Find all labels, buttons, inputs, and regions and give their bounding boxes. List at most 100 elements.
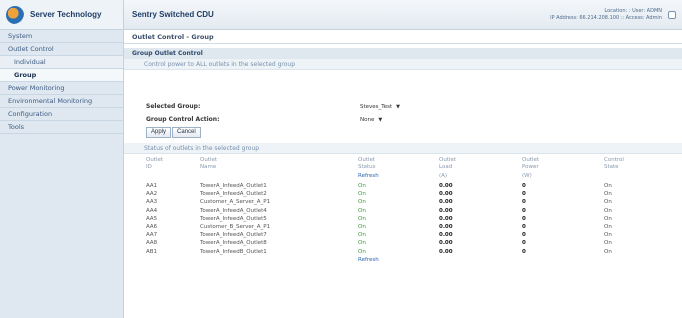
outlet-load: 0.00	[439, 232, 453, 239]
outlet-name: Customer_A_Server_A_P1	[200, 199, 271, 206]
section-title: Group Outlet Control	[124, 48, 682, 59]
outlet-name: TowerA_InfeedB_Outlet1	[200, 248, 267, 255]
outlet-name: TowerA_InfeedA_Outlet4	[200, 207, 267, 214]
control-state: On	[604, 248, 612, 255]
page-title: Outlet Control - Group	[124, 30, 682, 44]
outlet-status: On	[358, 199, 366, 206]
control-state: On	[604, 224, 612, 230]
sidebar-item-individual[interactable]: Individual	[0, 56, 123, 69]
load-unit-label: (A)	[439, 173, 448, 179]
cancel-button[interactable]: Cancel	[172, 127, 201, 138]
control-state: On	[604, 183, 612, 189]
outlet-id: AA6	[146, 224, 158, 230]
table-row: AA1 TowerA_InfeedA_Outlet1 On 0.00 0 On	[124, 182, 682, 190]
outlet-power: 0	[522, 224, 526, 230]
column-header-outlet-status: Outlet Status	[358, 157, 376, 170]
control-state: On	[604, 199, 612, 206]
sidebar-item-tools[interactable]: Tools	[0, 121, 123, 134]
outlet-power: 0	[522, 191, 526, 198]
outlet-power: 0	[522, 207, 526, 214]
outlet-load: 0.00	[439, 191, 453, 198]
outlet-status: On	[358, 191, 366, 198]
outlet-id: AA1	[146, 183, 158, 189]
ip-access-text: IP Address: 66.214.208.100 :: Access: Ad…	[550, 15, 662, 21]
group-action-label: Group Control Action:	[146, 116, 220, 123]
refresh-link-top[interactable]: Refresh	[358, 173, 379, 179]
table-row: AA5 TowerA_InfeedA_Outlet5 On 0.00 0 On	[124, 215, 682, 223]
outlet-status: On	[358, 215, 366, 222]
control-state: On	[604, 232, 612, 239]
outlet-load: 0.00	[439, 207, 453, 214]
outlet-name: Customer_B_Server_A_P1	[200, 224, 271, 230]
table-row: AA2 TowerA_InfeedA_Outlet2 On 0.00 0 On	[124, 190, 682, 198]
refresh-link-bottom[interactable]: Refresh	[358, 257, 379, 263]
outlet-id: AA8	[146, 240, 158, 247]
outlet-power: 0	[522, 215, 526, 222]
outlet-load: 0.00	[439, 248, 453, 255]
globe-logo-icon	[6, 5, 24, 24]
header-bar: Sentry Switched CDU Location: : User: AD…	[124, 0, 682, 30]
main-content: Outlet Control - Group Group Outlet Cont…	[124, 30, 682, 318]
outlet-name: TowerA_InfeedA_Outlet7	[200, 232, 267, 239]
control-state: On	[604, 191, 612, 198]
dropdown-caret-icon: ▼	[396, 103, 400, 110]
outlet-load: 0.00	[439, 224, 453, 230]
outlet-id: AA4	[146, 207, 158, 214]
outlet-id: AB1	[146, 248, 158, 255]
session-info: Location: : User: ADMN IP Address: 66.21…	[550, 8, 662, 22]
outlet-status: On	[358, 183, 366, 189]
sidebar-item-outlet-control[interactable]: Outlet Control	[0, 43, 123, 56]
outlet-name: TowerA_InfeedA_Outlet5	[200, 215, 267, 222]
outlet-name: TowerA_InfeedA_Outlet1	[200, 183, 267, 189]
outlet-power: 0	[522, 183, 526, 189]
outlet-power: 0	[522, 232, 526, 239]
outlet-status: On	[358, 232, 366, 239]
app-title: Sentry Switched CDU	[132, 10, 214, 19]
column-header-outlet-id: Outlet ID	[146, 157, 164, 170]
group-action-select[interactable]: None ▼	[360, 115, 383, 124]
control-state: On	[604, 240, 612, 247]
control-state: On	[604, 207, 612, 214]
logout-icon[interactable]	[668, 11, 676, 19]
column-header-outlet-load: Outlet Load	[439, 157, 457, 170]
sidebar: Server Technology System Outlet Control …	[0, 0, 124, 318]
column-header-outlet-name: Outlet Name	[200, 157, 218, 170]
sidebar-item-group[interactable]: Group	[0, 69, 123, 82]
outlet-status: On	[358, 240, 366, 247]
outlet-name: TowerA_InfeedA_Outlet8	[200, 240, 267, 247]
table-row: AA4 TowerA_InfeedA_Outlet4 On 0.00 0 On	[124, 207, 682, 215]
brand-name: Server Technology	[30, 10, 102, 19]
column-header-control-state: Control State	[604, 157, 624, 170]
outlet-power: 0	[522, 199, 526, 206]
section-subtitle: Control power to ALL outlets in the sele…	[124, 59, 682, 70]
dropdown-caret-icon: ▼	[378, 116, 383, 123]
outlet-id: AA5	[146, 215, 158, 222]
control-state: On	[604, 215, 612, 222]
outlet-id: AA2	[146, 191, 158, 198]
outlet-load: 0.00	[439, 199, 453, 206]
outlet-status: On	[358, 248, 366, 255]
brand-logo[interactable]: Server Technology	[0, 0, 123, 30]
location-user-text: Location: : User: ADMN	[604, 8, 662, 14]
selected-group-label: Selected Group:	[146, 103, 201, 110]
column-header-outlet-power: Outlet Power	[522, 157, 540, 170]
outlet-id: AA3	[146, 199, 158, 206]
status-section-title: Status of outlets in the selected group	[124, 143, 682, 154]
sidebar-item-power-monitoring[interactable]: Power Monitoring	[0, 82, 123, 95]
table-row: AB1 TowerA_InfeedB_Outlet1 On 0.00 0 On	[124, 248, 682, 256]
table-row: AA6 Customer_B_Server_A_P1 On 0.00 0 On	[124, 223, 682, 231]
outlet-status: On	[358, 224, 366, 230]
outlet-power: 0	[522, 248, 526, 255]
table-row: AA8 TowerA_InfeedA_Outlet8 On 0.00 0 On	[124, 239, 682, 247]
table-row: AA3 Customer_A_Server_A_P1 On 0.00 0 On	[124, 198, 682, 206]
group-action-value: None	[360, 116, 375, 123]
outlet-power: 0	[522, 240, 526, 247]
sidebar-item-configuration[interactable]: Configuration	[0, 108, 123, 121]
sidebar-item-system[interactable]: System	[0, 30, 123, 43]
selected-group-select[interactable]: Steves_Test ▼	[360, 102, 400, 111]
apply-button[interactable]: Apply	[146, 127, 172, 138]
outlet-load: 0.00	[439, 183, 453, 189]
outlet-load: 0.00	[439, 215, 453, 222]
sidebar-item-environmental-monitoring[interactable]: Environmental Monitoring	[0, 95, 123, 108]
table-row: AA7 TowerA_InfeedA_Outlet7 On 0.00 0 On	[124, 231, 682, 239]
